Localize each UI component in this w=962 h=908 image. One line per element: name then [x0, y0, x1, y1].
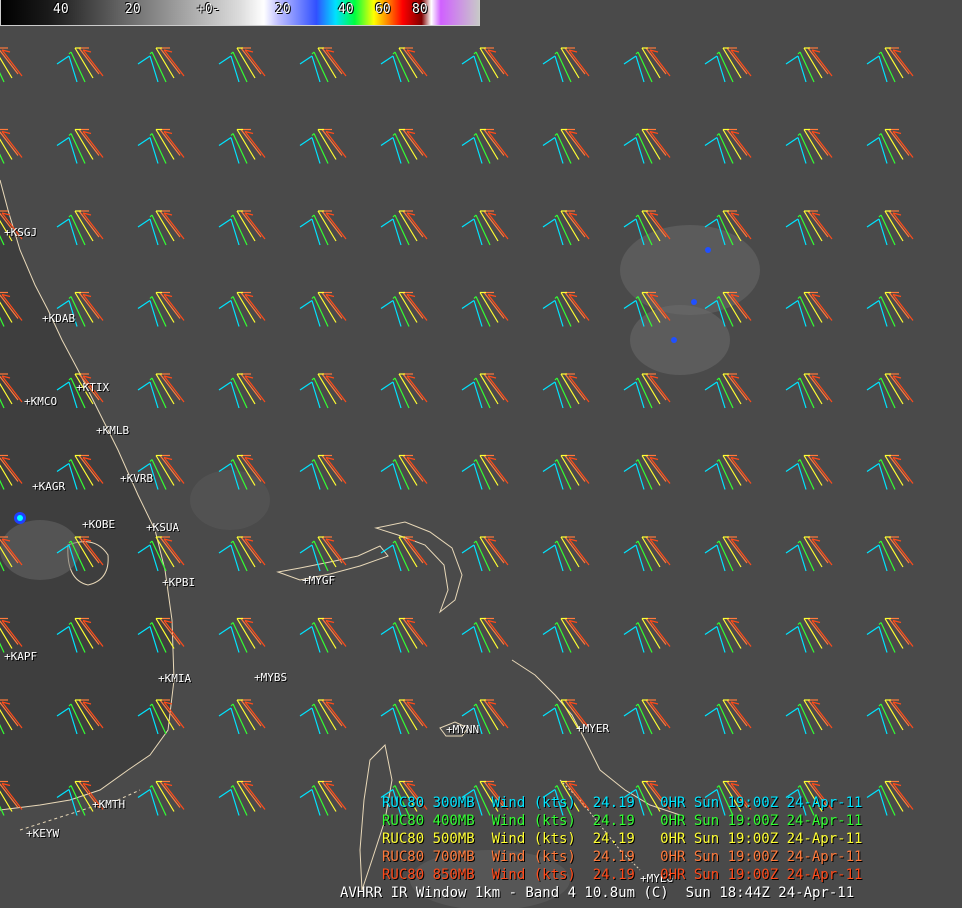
- cold-cloud-top: [691, 299, 697, 305]
- station-label: +KMLB: [96, 424, 130, 437]
- station-label: +KEYW: [26, 827, 60, 840]
- station-label: +KAPF: [4, 650, 38, 663]
- station-label: +MYBS: [254, 671, 288, 684]
- station-label: +KAGR: [32, 480, 66, 493]
- temperature-colorbar: 40 20 +0- 20 40 60 80: [0, 0, 480, 26]
- satellite-map: 40 20 +0- 20 40 60 80 +KSGJ +KDAB +KMCO …: [0, 0, 962, 908]
- cloud-patch: [190, 470, 270, 530]
- colorbar-tick: 40: [53, 2, 69, 17]
- station-label: +KSGJ: [4, 226, 38, 239]
- image-caption: AVHRR IR Window 1km - Band 4 10.8um (C) …: [340, 885, 855, 901]
- station-label: +MYGF: [302, 574, 336, 587]
- cloud-patch: [0, 520, 80, 580]
- colorbar-tick: 40: [338, 2, 354, 17]
- cloud-patch: [630, 305, 730, 375]
- cold-cloud-top: [17, 515, 23, 521]
- station-label: +KMCO: [24, 395, 58, 408]
- legend-line-400mb: RUC80 400MB Wind (kts) 24.19 0HR Sun 19:…: [382, 813, 863, 829]
- station-label: +MYER: [576, 722, 610, 735]
- station-label: +KVRB: [120, 472, 154, 485]
- station-label: +KMTH: [92, 798, 126, 811]
- colorbar-tick: 60: [375, 2, 391, 17]
- station-label: +KTIX: [76, 381, 110, 394]
- station-label: +KSUA: [146, 521, 180, 534]
- colorbar-tick: 20: [275, 2, 291, 17]
- legend-line-300mb: RUC80 300MB Wind (kts) 24.19 0HR Sun 19:…: [382, 795, 863, 811]
- map-canvas: [0, 0, 962, 908]
- wind-legend: RUC80 300MB Wind (kts) 24.19 0HR Sun 19:…: [340, 794, 862, 902]
- ocean-background: [0, 0, 962, 908]
- colorbar-gradient: [1, 0, 479, 25]
- cold-cloud-top: [705, 247, 711, 253]
- station-label: +KOBE: [82, 518, 116, 531]
- legend-line-850mb: RUC80 850MB Wind (kts) 24.19 0HR Sun 19:…: [382, 867, 863, 883]
- colorbar-tick: 20: [125, 2, 141, 17]
- station-label: +MYNN: [446, 723, 480, 736]
- legend-line-500mb: RUC80 500MB Wind (kts) 24.19 0HR Sun 19:…: [382, 831, 863, 847]
- cold-cloud-top: [671, 337, 677, 343]
- station-label: +KPBI: [162, 576, 196, 589]
- station-label: +KDAB: [42, 312, 76, 325]
- legend-line-700mb: RUC80 700MB Wind (kts) 24.19 0HR Sun 19:…: [382, 849, 863, 865]
- station-label: +KMIA: [158, 672, 192, 685]
- colorbar-tick: +0-: [197, 2, 221, 17]
- colorbar-tick: 80: [412, 2, 428, 17]
